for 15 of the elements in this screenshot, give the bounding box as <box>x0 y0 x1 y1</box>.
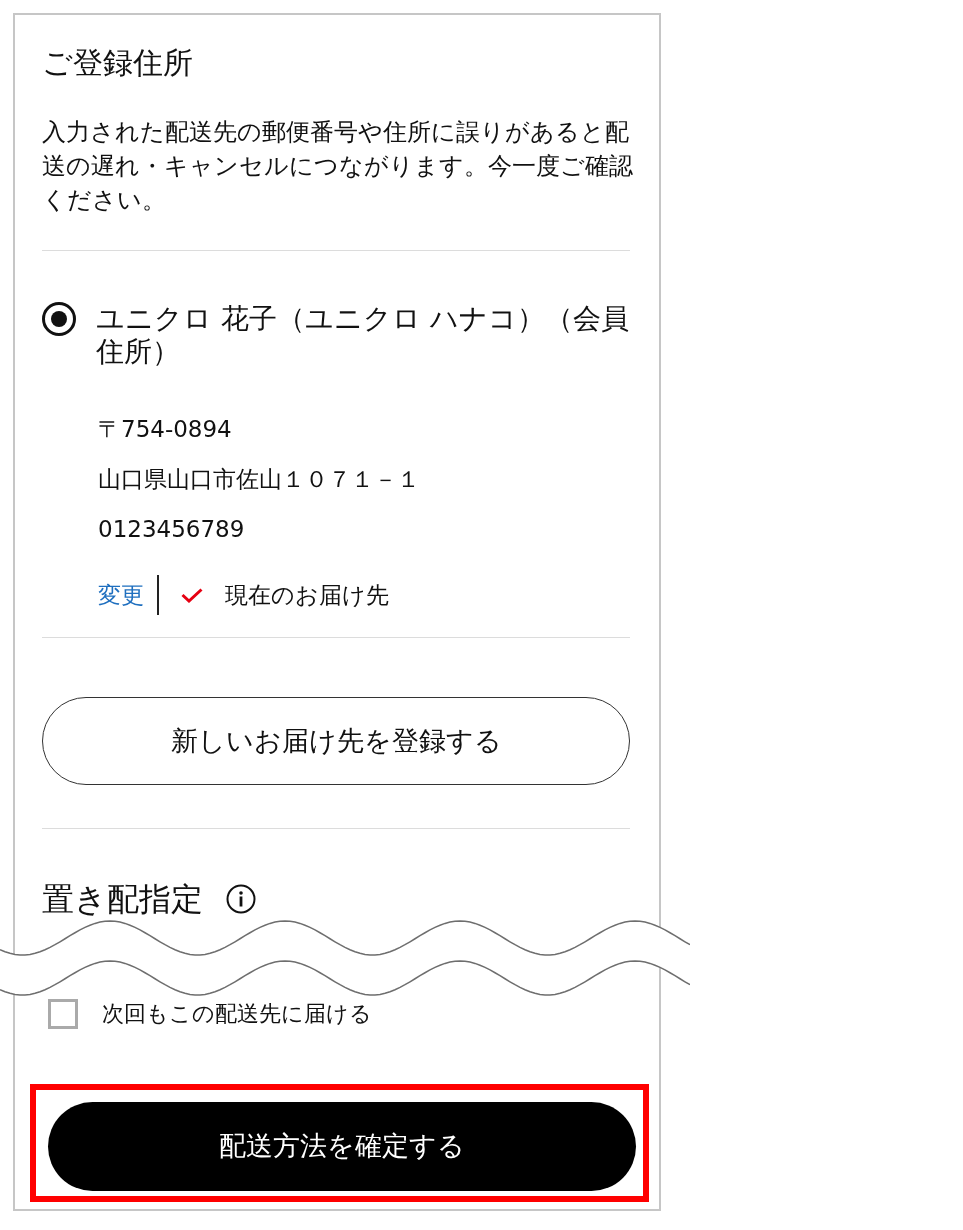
drop-off-title: 置き配指定 <box>42 879 203 919</box>
confirm-shipping-button[interactable]: 配送方法を確定する <box>48 1102 636 1191</box>
checkbox[interactable] <box>48 999 78 1029</box>
phone-number: 0123456789 <box>98 515 246 544</box>
add-address-button[interactable]: 新しいお届け先を登録する <box>42 697 630 785</box>
postal-code: 〒754-0894 <box>98 415 233 444</box>
info-icon[interactable] <box>226 884 256 914</box>
notice-text: 入力された配送先の郵便番号や住所に誤りがあると配送の遅れ・キャンセルにつながります。今一度ご確認ください。 <box>42 117 634 216</box>
section-title: ご登録住所 <box>42 44 194 82</box>
address-text: 山口県山口市佐山１０７１－１ <box>98 465 421 494</box>
radio-button[interactable] <box>42 302 76 336</box>
change-link[interactable]: 変更 <box>98 580 144 610</box>
save-option-label: 次回もこの配送先に届ける <box>102 1000 372 1028</box>
address-name: ユニクロ 花子（ユニクロ ハナコ）（会員住所） <box>96 302 630 368</box>
current-destination-label: 現在のお届け先 <box>225 581 389 610</box>
